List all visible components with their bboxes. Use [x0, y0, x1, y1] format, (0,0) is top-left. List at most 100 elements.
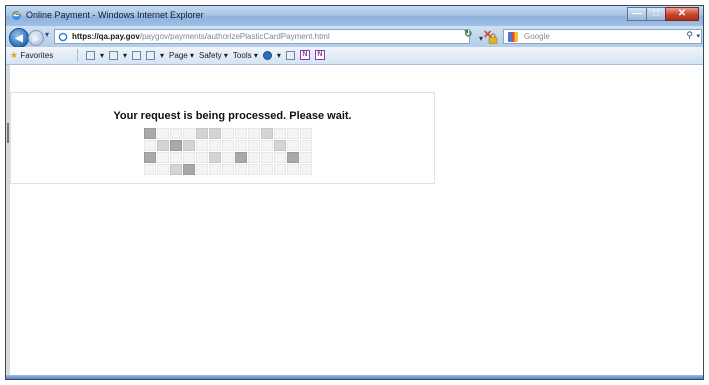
close-button[interactable]: ✕ — [665, 7, 699, 21]
loading-cell — [196, 140, 208, 151]
refresh-icon[interactable]: ↻ — [464, 29, 472, 40]
loading-cell — [261, 164, 273, 175]
loading-cell — [196, 152, 208, 163]
loading-cell — [274, 128, 286, 139]
loading-cell — [300, 128, 312, 139]
loading-cell — [170, 164, 182, 175]
research-icon[interactable] — [285, 50, 295, 60]
processing-panel: Your request is being processed. Please … — [10, 92, 435, 184]
back-button[interactable]: ◀ — [9, 28, 29, 48]
loading-cell — [144, 140, 156, 151]
url-scheme: https:// — [72, 32, 99, 41]
toolbar-separator — [77, 49, 78, 62]
search-placeholder: Google — [524, 32, 550, 41]
command-bar: ★ Favorites ▾ ▾ ▾ Page ▾ Safety ▾ Tools … — [6, 47, 703, 65]
loading-cell — [144, 128, 156, 139]
stop-icon[interactable]: ✕ — [483, 28, 492, 41]
print-dropdown-icon[interactable]: ▾ — [160, 51, 164, 60]
favorites-button[interactable]: ★ Favorites — [10, 50, 53, 61]
safety-menu[interactable]: Safety ▾ — [199, 51, 228, 60]
title-bar[interactable]: Online Payment - Windows Internet Explor… — [6, 6, 703, 26]
url-text: https://qa.pay.gov/paygov/payments/autho… — [72, 32, 330, 41]
url-host: qa.pay.gov — [98, 32, 140, 41]
loading-cell — [248, 128, 260, 139]
address-field[interactable]: https://qa.pay.gov/paygov/payments/autho… — [54, 29, 498, 44]
loading-cell — [300, 152, 312, 163]
loading-cell — [261, 128, 273, 139]
loading-cell — [248, 164, 260, 175]
loading-cell — [248, 152, 260, 163]
loading-cell — [235, 152, 247, 163]
favorites-label: Favorites — [20, 51, 54, 60]
loading-cell — [274, 140, 286, 151]
loading-cell — [287, 128, 299, 139]
search-icon[interactable]: ⚲ — [686, 30, 693, 41]
feeds-dropdown-icon[interactable]: ▾ — [123, 51, 127, 60]
safety-menu-label: Safety — [198, 50, 222, 60]
forward-button[interactable]: ▶ — [28, 30, 44, 46]
loading-cell — [261, 140, 273, 151]
loading-cell — [209, 164, 221, 175]
ie-icon — [12, 11, 22, 20]
onenote-icon[interactable]: N — [299, 50, 310, 60]
loading-cell — [157, 152, 169, 163]
minimize-button[interactable]: — — [627, 7, 647, 21]
back-arrow-icon: ◀ — [15, 32, 23, 44]
star-icon: ★ — [10, 50, 19, 60]
tools-menu-label: Tools — [232, 50, 252, 60]
status-bar — [6, 375, 703, 379]
loading-cell — [209, 128, 221, 139]
left-edge-strip — [6, 65, 10, 377]
print-icon[interactable] — [146, 50, 156, 60]
close-icon: ✕ — [677, 8, 687, 19]
loading-cell — [287, 152, 299, 163]
loading-cell — [222, 152, 234, 163]
window-controls: — □ ✕ — [627, 7, 699, 22]
help-dropdown-icon[interactable]: ▾ — [277, 51, 281, 60]
loading-cell — [183, 164, 195, 175]
page-content: Your request is being processed. Please … — [6, 65, 703, 377]
edge-marker — [7, 123, 9, 143]
forward-arrow-icon: ▶ — [32, 33, 40, 43]
google-icon — [508, 32, 518, 42]
loading-cell — [300, 140, 312, 151]
loading-cell — [222, 140, 234, 151]
tools-menu[interactable]: Tools ▾ — [233, 51, 258, 60]
loading-cell — [157, 164, 169, 175]
home-dropdown-icon[interactable]: ▾ — [100, 51, 104, 60]
loading-cell — [157, 128, 169, 139]
command-items: ▾ ▾ ▾ Page ▾ Safety ▾ Tools ▾ ▾ N N — [86, 50, 325, 60]
loading-cell — [170, 128, 182, 139]
url-path: /paygov/payments/authorizePlasticCardPay… — [139, 32, 330, 41]
search-field[interactable]: Google ⚲ ▾ — [503, 29, 702, 44]
page-menu-label: Page — [169, 50, 188, 60]
loading-cell — [261, 152, 273, 163]
loading-cell — [274, 152, 286, 163]
help-icon[interactable] — [262, 50, 272, 60]
maximize-button[interactable]: □ — [646, 7, 666, 21]
maximize-icon: □ — [652, 8, 660, 19]
loading-cell — [144, 164, 156, 175]
loading-cell — [196, 164, 208, 175]
loading-cell — [287, 164, 299, 175]
onenote-linked-icon[interactable]: N — [314, 50, 325, 60]
processing-message: Your request is being processed. Please … — [113, 110, 352, 122]
feeds-icon[interactable] — [109, 50, 119, 60]
loading-cell — [274, 164, 286, 175]
home-icon[interactable] — [86, 50, 95, 60]
mail-icon[interactable] — [132, 50, 142, 60]
search-options-dropdown-icon[interactable]: ▾ — [696, 32, 700, 40]
loading-cell — [287, 140, 299, 151]
loading-animation — [144, 128, 312, 175]
address-toolbar: ◀ ▶ ▾ https://qa.pay.gov/paygov/payments… — [6, 26, 703, 48]
loading-cell — [183, 152, 195, 163]
page-menu[interactable]: Page ▾ — [169, 51, 194, 60]
minimize-icon: — — [632, 8, 642, 19]
loading-cell — [300, 164, 312, 175]
loading-cell — [235, 164, 247, 175]
loading-cell — [235, 128, 247, 139]
loading-icon — [58, 32, 68, 42]
recent-pages-dropdown-icon[interactable]: ▾ — [45, 30, 49, 39]
loading-cell — [183, 128, 195, 139]
loading-cell — [248, 140, 260, 151]
